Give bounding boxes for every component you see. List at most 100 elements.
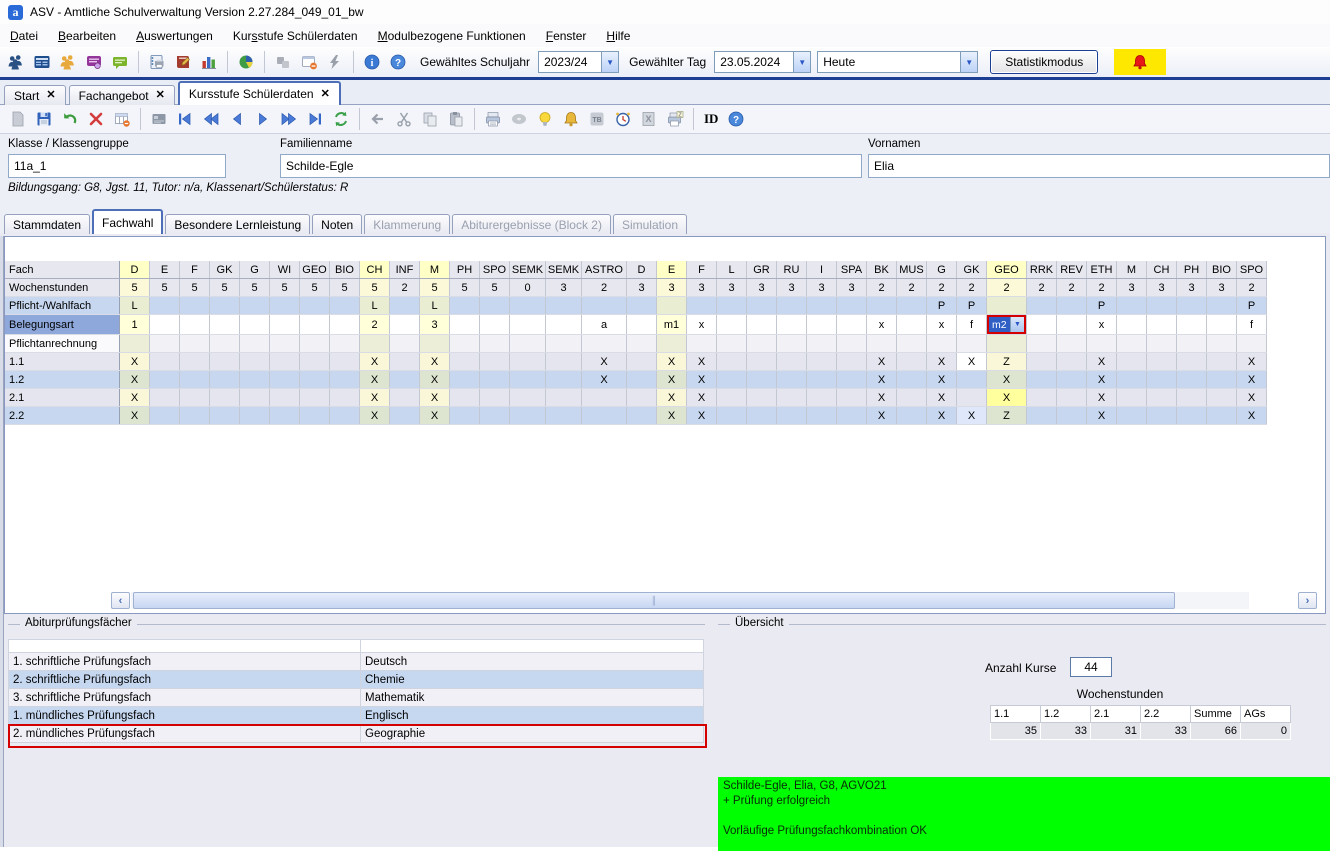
grid-cell[interactable] <box>957 371 987 389</box>
grid-cell[interactable]: Z <box>987 407 1027 425</box>
grid-cell[interactable]: X <box>1087 353 1117 371</box>
grid-cell[interactable] <box>300 353 330 371</box>
grid-cell[interactable]: 2 <box>582 279 627 297</box>
grid-cell[interactable] <box>1117 335 1147 353</box>
subtab-noten[interactable]: Noten <box>312 214 362 234</box>
grid-cell[interactable] <box>582 335 627 353</box>
grid-cell[interactable] <box>1027 335 1057 353</box>
grid-cell[interactable] <box>687 297 717 315</box>
undo-icon[interactable] <box>58 107 82 131</box>
grid-cell[interactable] <box>480 315 510 335</box>
grid-cell[interactable] <box>657 335 687 353</box>
grid-cell[interactable] <box>240 353 270 371</box>
grid-cell[interactable]: X <box>927 353 957 371</box>
grid-cell[interactable] <box>717 335 747 353</box>
grid-cell[interactable]: X <box>582 371 627 389</box>
grid-cell[interactable]: 5 <box>210 279 240 297</box>
grid-cell[interactable] <box>1237 335 1267 353</box>
print-z-icon[interactable]: Z <box>663 107 687 131</box>
subtab-besondere-lernleistung[interactable]: Besondere Lernleistung <box>165 214 310 234</box>
grid-cell[interactable]: X <box>1237 407 1267 425</box>
grid-cell[interactable]: 2 <box>987 279 1027 297</box>
scroll-right-button[interactable]: › <box>1298 592 1317 609</box>
nav-next2-icon[interactable] <box>277 107 301 131</box>
subject-column-header[interactable]: F <box>687 261 717 279</box>
grid-cell[interactable] <box>450 335 480 353</box>
grid-cell[interactable] <box>546 315 582 335</box>
grid-cell[interactable] <box>777 297 807 315</box>
grid-cell[interactable] <box>627 297 657 315</box>
abitur-row-value[interactable]: Geographie <box>361 725 704 743</box>
grid-cell[interactable]: 2 <box>957 279 987 297</box>
grid-cell[interactable] <box>582 297 627 315</box>
report-print-icon[interactable] <box>145 50 169 74</box>
grid-cell[interactable] <box>480 389 510 407</box>
grid-cell[interactable]: X <box>927 371 957 389</box>
grid-cell[interactable] <box>240 389 270 407</box>
subject-column-header[interactable]: ASTRO <box>582 261 627 279</box>
grid-cell[interactable]: P <box>957 297 987 315</box>
grid-cell[interactable] <box>330 353 360 371</box>
chevron-down-icon[interactable]: ▼ <box>601 52 618 72</box>
grid-cell[interactable]: 3 <box>687 279 717 297</box>
grid-cell[interactable]: 3 <box>420 315 450 335</box>
grid-cell[interactable] <box>300 371 330 389</box>
grid-cell[interactable]: P <box>1237 297 1267 315</box>
grid-cell[interactable] <box>510 335 546 353</box>
grid-cell[interactable] <box>837 371 867 389</box>
grid-cell[interactable] <box>927 335 957 353</box>
grid-cell[interactable] <box>1207 407 1237 425</box>
grid-cell[interactable] <box>1027 371 1057 389</box>
grid-cell[interactable] <box>837 353 867 371</box>
grid-cell[interactable] <box>1027 389 1057 407</box>
grid-cell[interactable]: 2 <box>360 315 390 335</box>
grid-cell[interactable] <box>480 407 510 425</box>
subject-column-header[interactable]: GR <box>747 261 777 279</box>
grid-cell[interactable]: X <box>1237 353 1267 371</box>
grid-cell[interactable] <box>450 297 480 315</box>
grid-cell[interactable] <box>1057 315 1087 335</box>
tab-start[interactable]: Start✕ <box>4 85 66 105</box>
grid-cell[interactable]: X <box>360 353 390 371</box>
grid-cell[interactable]: X <box>657 389 687 407</box>
grid-cell[interactable] <box>987 335 1027 353</box>
note-green-icon[interactable] <box>108 50 132 74</box>
grid-cell[interactable] <box>1117 297 1147 315</box>
subject-column-header[interactable]: WI <box>270 261 300 279</box>
grid-cell[interactable] <box>390 297 420 315</box>
grid-cell[interactable]: 1 <box>120 315 150 335</box>
grid-cell[interactable] <box>747 335 777 353</box>
grid-cell[interactable] <box>1147 297 1177 315</box>
grid-cell[interactable]: 3 <box>1117 279 1147 297</box>
grid-cell[interactable] <box>546 335 582 353</box>
grid-cell[interactable]: 5 <box>360 279 390 297</box>
grid-cell[interactable] <box>546 371 582 389</box>
grid-cell[interactable]: X <box>657 371 687 389</box>
grid-cell[interactable] <box>837 315 867 335</box>
grid-cell[interactable]: 2 <box>1237 279 1267 297</box>
refresh-icon[interactable] <box>329 107 353 131</box>
subject-column-header[interactable]: RRK <box>1027 261 1057 279</box>
grid-cell[interactable]: X <box>927 389 957 407</box>
grid-cell[interactable] <box>627 371 657 389</box>
grid-cell[interactable]: X <box>1087 389 1117 407</box>
menu-item-hilfe[interactable]: Hilfe <box>596 26 640 46</box>
grid-cell[interactable]: X <box>1237 389 1267 407</box>
belegungsart-dropdown[interactable]: m2▼ <box>987 315 1026 334</box>
grid-cell[interactable] <box>210 389 240 407</box>
grid-cell[interactable]: 0 <box>510 279 546 297</box>
pie-chart-icon[interactable] <box>234 50 258 74</box>
subject-column-header[interactable]: BIO <box>1207 261 1237 279</box>
grid-cell[interactable]: X <box>687 353 717 371</box>
grid-cell[interactable] <box>777 315 807 335</box>
grid-cell[interactable] <box>150 335 180 353</box>
grid-cell[interactable]: X <box>657 353 687 371</box>
grid-cell[interactable] <box>330 407 360 425</box>
grid-cell[interactable] <box>747 371 777 389</box>
subtab-stammdaten[interactable]: Stammdaten <box>4 214 90 234</box>
subject-column-header[interactable]: RU <box>777 261 807 279</box>
grid-cell[interactable] <box>897 315 927 335</box>
grid-cell[interactable]: X <box>1087 407 1117 425</box>
grid-cell[interactable]: 3 <box>1207 279 1237 297</box>
subject-column-header[interactable]: D <box>627 261 657 279</box>
